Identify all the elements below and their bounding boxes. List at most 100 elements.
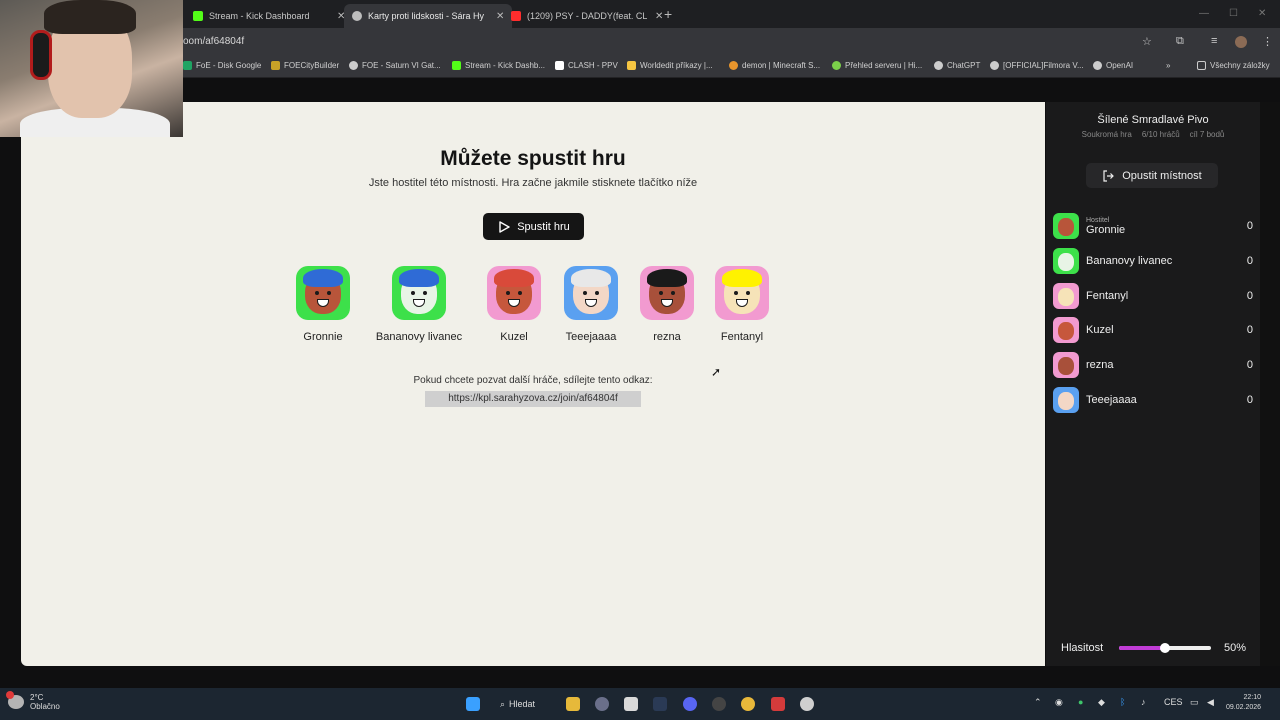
network-icon[interactable]: ▭ [1190,697,1199,708]
volume-icon[interactable]: ◀ [1207,697,1214,708]
invite-link[interactable]: https://kpl.sarahyzova.cz/join/af64804f [425,391,641,407]
exit-icon [1103,169,1115,182]
profile-avatar[interactable] [1235,36,1247,48]
app-icon[interactable] [800,697,814,711]
bookmark-item[interactable]: FoE - Disk Google [183,61,261,70]
media-icon[interactable]: ≡ [1211,35,1217,47]
new-tab-icon[interactable]: + [664,6,672,22]
tray-chevron-icon[interactable]: ⌃ [1034,697,1042,708]
bookmark-item[interactable]: Přehled serveru | Hi... [832,61,922,70]
bookmark-item[interactable]: [OFFICIAL]Filmora V... [990,61,1084,70]
player-avatar [392,266,446,320]
bookmark-item[interactable]: FOE - Saturn VI Gat... [349,61,441,70]
player-name: rezna [1086,359,1114,371]
app-icon[interactable] [771,697,785,711]
scoreboard-row: Kuzel 0 [1053,316,1253,344]
clock-time: 22:10 [1243,694,1262,701]
player-avatar [1053,248,1079,274]
bluetooth-icon[interactable]: ᛒ [1120,697,1125,707]
close-window-icon[interactable]: ✕ [1258,8,1266,19]
calculator-icon[interactable] [624,697,638,711]
avatar-eye [315,291,319,295]
bookmark-item[interactable]: demon | Minecraft S... [729,61,820,70]
extensions-icon[interactable]: ⧉ [1176,35,1184,48]
bookmark-item[interactable]: ChatGPT [934,61,980,70]
bookmark-item[interactable]: Stream - Kick Dashb... [452,61,545,70]
room-meta: Soukromá hra 6/10 hráčů cíl 7 bodů [1046,130,1260,139]
globe-icon [990,61,999,70]
avatar-eye [583,291,587,295]
discord-icon[interactable] [683,697,697,711]
weather-widget[interactable]: 2°C Oblačno [6,691,60,711]
tab-karty-proti-lidskosti[interactable]: Karty proti lidskosti - Sára Hy ✕ [344,4,513,28]
player-score: 0 [1246,359,1253,371]
volume-slider[interactable] [1119,643,1211,653]
clock[interactable]: 22:10 09.02.2026 [1226,693,1261,713]
bookmark-item[interactable]: CLASH - PPV [555,61,618,70]
mouse-cursor-icon: ➚ [711,365,722,379]
volume-label: Hlasitost [1061,642,1104,654]
start-game-button[interactable]: Spustit hru [483,213,584,240]
start-game-label: Spustit hru [517,220,570,233]
microphone-icon[interactable]: ♪ [1141,697,1146,707]
notification-badge [6,691,14,699]
steam-icon[interactable] [653,697,667,711]
maximize-icon[interactable]: ☐ [1229,8,1238,19]
player-avatar [1053,283,1079,309]
file-explorer-icon[interactable] [566,697,580,711]
player-name: Gronnie [1086,223,1126,236]
star-icon[interactable]: ☆ [1142,35,1152,48]
room-type: Soukromá hra [1081,130,1132,139]
tab-title: Karty proti lidskosti - Sára Hy [368,11,485,21]
tray-app-icon[interactable]: ◉ [1055,697,1063,708]
bookmark-item[interactable]: FOECityBuilder [271,61,339,70]
bookmark-label: CLASH - PPV [568,61,618,70]
openai-icon [1093,61,1102,70]
windows-start-icon[interactable] [466,697,480,711]
all-bookmarks[interactable]: Všechny záložky [1197,61,1270,70]
bookmark-label: Worldedit příkazy |... [640,61,713,70]
tray-app-icon[interactable]: ◆ [1098,697,1105,708]
invite-text: Pokud chcete pozvat další hráče, sdílejt… [413,375,653,386]
close-tab-icon[interactable]: ✕ [655,11,663,22]
scoreboard-row: Fentanyl 0 [1053,282,1253,310]
language-indicator[interactable]: CES [1164,697,1183,707]
chrome-icon[interactable] [741,697,755,711]
player-name: Gronnie [303,331,343,343]
menu-icon[interactable]: ⋮ [1262,35,1273,48]
room-sidebar: Šílené Smradlavé Pivo Soukromá hra 6/10 … [1046,102,1260,666]
bookmark-item[interactable]: OpenAI [1093,61,1133,70]
minimize-icon[interactable]: — [1199,8,1209,19]
avatar-eye [734,291,738,295]
url-field[interactable]: oom/af64804f [183,36,244,47]
scoreboard-row: Bananovy livanec 0 [1053,247,1253,275]
player-name: Bananovy livanec [1086,255,1173,267]
avatar-hair [399,269,439,287]
avatar-eye [746,291,750,295]
tray-app-icon[interactable]: ● [1078,697,1083,707]
browser-tab-bar: Stream - Kick Dashboard ✕ Karty proti li… [0,0,1280,28]
cloud-icon [6,691,24,709]
avatar-eye [327,291,331,295]
more-bookmarks-icon[interactable]: » [1166,61,1170,70]
address-bar: oom/af64804f ☆ ⧉ ≡ ⋮ [0,28,1280,56]
bookmark-label: OpenAI [1106,61,1134,70]
webcam-overlay [0,0,183,137]
github-icon[interactable] [712,697,726,711]
avatar-hair [571,269,611,287]
bookmark-item[interactable]: Worldedit příkazy |... [627,61,713,70]
player-score: 0 [1246,290,1253,302]
settings-icon[interactable] [595,697,609,711]
player-score: 0 [1246,324,1253,336]
tab-youtube[interactable]: (1209) PSY - DADDY(feat. CL of ✕ [503,4,671,28]
volume-knob[interactable] [1160,643,1170,653]
room-name: Šílené Smradlavé Pivo [1097,114,1209,126]
player-name: Fentanyl [720,331,764,343]
leave-room-button[interactable]: Opustit místnost [1086,163,1218,188]
tab-kick-dashboard[interactable]: Stream - Kick Dashboard ✕ [185,4,353,28]
kick-icon [452,61,461,70]
bookmark-label: [OFFICIAL]Filmora V... [1003,61,1084,70]
weather-text: Oblačno [30,702,60,711]
player-card: Gronnie [268,266,378,343]
taskbar-search[interactable]: ⌕ Hledat [500,695,552,713]
